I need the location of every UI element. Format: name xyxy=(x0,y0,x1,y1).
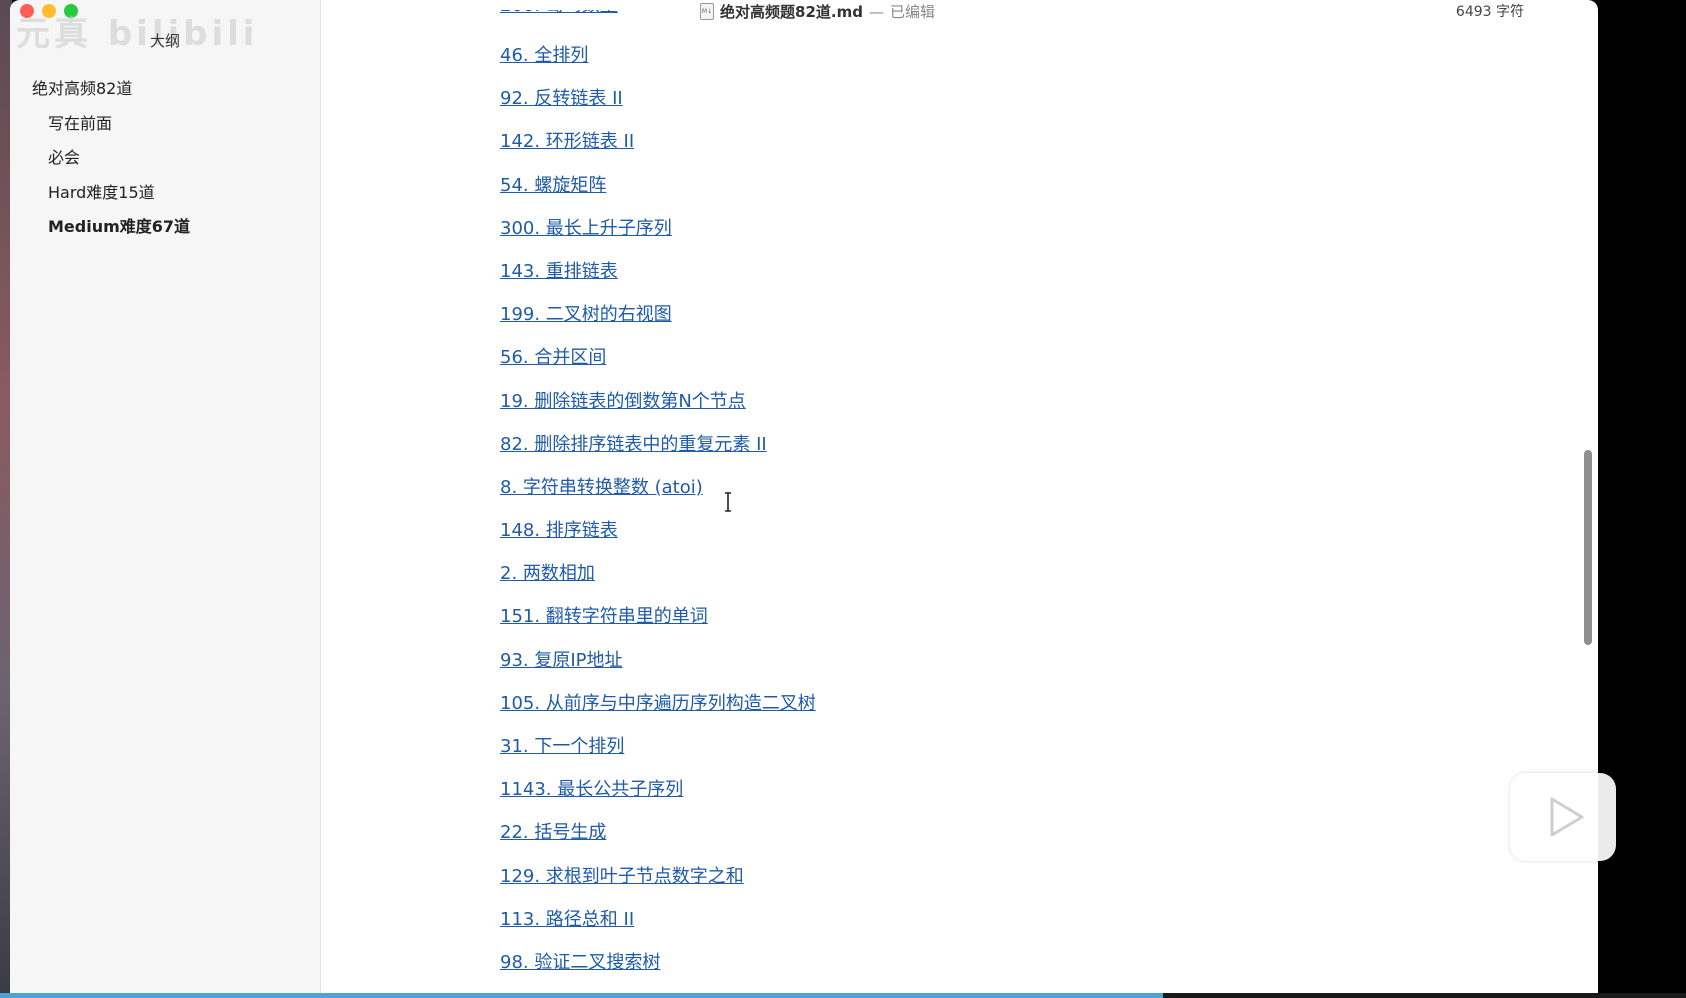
problem-link[interactable]: 8. 字符串转换整数 (atoi) xyxy=(500,466,816,509)
play-icon xyxy=(1550,797,1584,837)
problem-link[interactable]: 142. 环形链表 II xyxy=(500,120,816,163)
document-content: 200. 岛屿数量46. 全排列92. 反转链表 II142. 环形链表 II5… xyxy=(500,10,816,984)
outline-item[interactable]: 绝对高频82道 xyxy=(10,72,320,107)
outline-item[interactable]: Hard难度15道 xyxy=(10,176,320,211)
problem-link[interactable]: 105. 从前序与中序遍历序列构造二叉树 xyxy=(500,682,816,725)
text-cursor-icon xyxy=(725,492,731,512)
problem-link[interactable]: 151. 翻转字符串里的单词 xyxy=(500,595,816,638)
title-separator: — xyxy=(868,2,884,21)
problem-link[interactable]: 200. 岛屿数量 xyxy=(500,10,816,34)
sidebar: 元真 bilibili 大纲 绝对高频82道 写在前面 必会 Hard难度15道 Med… xyxy=(10,0,321,998)
problem-link[interactable]: 31. 下一个排列 xyxy=(500,725,816,768)
edit-status: 已编辑 xyxy=(889,3,935,21)
problem-link[interactable]: 148. 排序链表 xyxy=(500,509,816,552)
problem-link[interactable]: 82. 删除排序链表中的重复元素 II xyxy=(500,423,816,466)
outline-tab[interactable]: 大纲 xyxy=(150,30,180,51)
vertical-scrollbar[interactable] xyxy=(1584,450,1592,645)
char-count: 6493 字符 xyxy=(1455,4,1524,20)
outline-list: 绝对高频82道 写在前面 必会 Hard难度15道 Medium难度67道 xyxy=(10,72,320,245)
problem-link[interactable]: 22. 括号生成 xyxy=(500,811,816,854)
problem-link-text: 200. 岛屿数量 xyxy=(500,10,816,18)
outline-item[interactable]: 写在前面 xyxy=(10,107,320,142)
watermark: 元真 bilibili xyxy=(16,14,259,54)
problem-link[interactable]: 1143. 最长公共子序列 xyxy=(500,768,816,811)
problem-link[interactable]: 56. 合并区间 xyxy=(500,336,816,379)
problem-link[interactable]: 92. 反转链表 II xyxy=(500,77,816,120)
editor-window: 元真 bilibili 大纲 绝对高频82道 写在前面 必会 Hard难度15道 Med… xyxy=(10,0,1598,998)
problem-link[interactable]: 54. 螺旋矩阵 xyxy=(500,164,816,207)
problem-link[interactable]: 300. 最长上升子序列 xyxy=(500,207,816,250)
problem-link[interactable]: 113. 路径总和 II xyxy=(500,898,816,941)
problem-link[interactable]: 2. 两数相加 xyxy=(500,552,816,595)
problem-link[interactable]: 93. 复原IP地址 xyxy=(500,639,816,682)
outline-item[interactable]: Medium难度67道 xyxy=(10,210,320,245)
problem-link[interactable]: 46. 全排列 xyxy=(500,34,816,77)
video-progress-bar[interactable] xyxy=(0,993,1164,998)
problem-link[interactable]: 19. 删除链表的倒数第N个节点 xyxy=(500,380,816,423)
play-button[interactable] xyxy=(1510,773,1616,861)
problem-link[interactable]: 98. 验证二叉搜索树 xyxy=(500,941,816,984)
outline-item[interactable]: 必会 xyxy=(10,141,320,176)
problem-link[interactable]: 129. 求根到叶子节点数字之和 xyxy=(500,855,816,898)
problem-link[interactable]: 143. 重排链表 xyxy=(500,250,816,293)
problem-link[interactable]: 199. 二叉树的右视图 xyxy=(500,293,816,336)
